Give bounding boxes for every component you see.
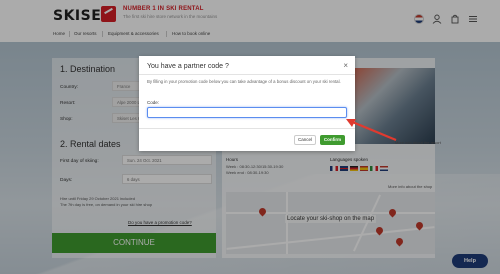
modal-divider xyxy=(139,128,355,129)
code-input[interactable] xyxy=(147,107,347,118)
close-icon[interactable]: × xyxy=(343,61,348,70)
arrow-annotation-icon xyxy=(346,119,397,142)
code-label: Code: xyxy=(147,100,160,105)
partner-code-modal: You have a partner code ? × By filling i… xyxy=(139,56,355,151)
modal-description: By filling in your promotion code below … xyxy=(147,79,341,84)
modal-title: You have a partner code ? xyxy=(147,63,229,70)
modal-divider xyxy=(139,74,355,75)
cancel-button[interactable]: Cancel xyxy=(294,135,316,145)
